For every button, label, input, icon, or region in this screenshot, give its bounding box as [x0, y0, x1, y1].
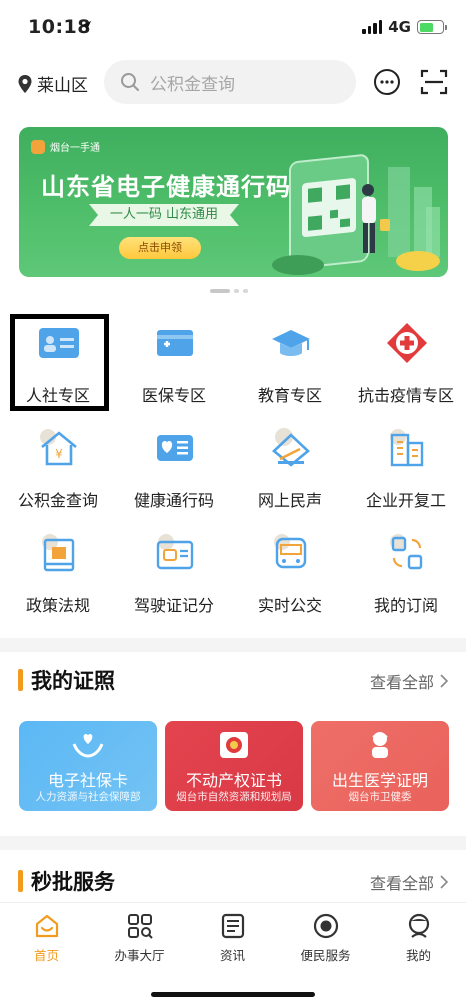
tab-label: 资讯: [219, 948, 245, 963]
service-kangyi[interactable]: 抗击疫情专区: [348, 310, 464, 414]
service-jiankangma[interactable]: 健康通行码: [116, 415, 232, 519]
network-type: 4G: [388, 18, 411, 36]
tab-label: 首页: [33, 948, 59, 963]
service-label: 我的订阅: [373, 596, 438, 615]
search-bar[interactable]: 公积金查询: [104, 60, 356, 104]
service-label: 健康通行码: [133, 491, 214, 510]
tab-label: 办事大厅: [114, 948, 165, 963]
service-label: 政策法规: [25, 596, 90, 615]
home-icon: [35, 914, 58, 938]
service-yibao[interactable]: 医保专区: [116, 310, 232, 414]
house-yuan-icon: ¥: [40, 429, 77, 466]
search-placeholder: 公积金查询: [150, 74, 235, 95]
service-label: 公积金查询: [17, 491, 98, 510]
service-jiaoyu[interactable]: 教育专区: [232, 310, 348, 414]
service-label: 教育专区: [257, 386, 322, 405]
service-label: 医保专区: [141, 386, 206, 405]
license-card-social-security[interactable]: 电子社保卡 人力资源与社会保障部: [19, 721, 157, 811]
section-divider: [0, 836, 466, 850]
service-kaifugong[interactable]: 企业开复工: [348, 415, 464, 519]
quick-section-header: 秒批服务 查看全部: [0, 861, 466, 901]
card-title: 出生医学证明: [331, 771, 428, 790]
section-accent-bar: [18, 870, 23, 892]
news-icon: [221, 913, 244, 939]
medical-insurance-card-icon: [157, 330, 193, 356]
banner-pagination: [210, 289, 248, 293]
red-cross-icon: [387, 323, 427, 363]
chevron-right-icon: [440, 674, 448, 688]
service-label: 驾驶证记分: [133, 596, 214, 615]
driver-license-icon: [156, 534, 194, 570]
service-label: 抗击疫情专区: [357, 386, 454, 405]
banner-title: 山东省电子健康通行码: [41, 173, 291, 201]
section-divider: [0, 638, 466, 652]
svg-text:¥: ¥: [55, 447, 63, 461]
baby-icon: [372, 732, 388, 758]
message-icon[interactable]: [373, 68, 401, 96]
service-gongjijin[interactable]: ¥ 公积金查询: [0, 415, 116, 519]
licenses-section-header: 我的证照 查看全部: [0, 660, 466, 700]
graduation-cap-icon: [272, 330, 310, 356]
envelope-voice-icon: [272, 428, 310, 467]
card-title: 电子社保卡: [47, 771, 128, 790]
service-zhengce[interactable]: 政策法规: [0, 520, 116, 624]
service-label: 网上民声: [257, 491, 322, 510]
tab-news[interactable]: 资讯: [186, 913, 279, 964]
tab-convenience[interactable]: 便民服务: [279, 913, 372, 964]
license-cards: 电子社保卡 人力资源与社会保障部 不动产权证书 烟台市自然资源和规划局 出生医学…: [19, 721, 449, 811]
national-emblem-icon: [220, 732, 248, 758]
license-card-birth-certificate[interactable]: 出生医学证明 烟台市卫健委: [311, 721, 449, 811]
subscription-icon: [390, 534, 423, 570]
service-hall-icon: [127, 914, 153, 939]
selection-highlight-box: [10, 314, 109, 411]
licenses-title: 我的证照: [31, 669, 115, 693]
office-building-icon: [390, 429, 424, 467]
quick-view-all-link[interactable]: 查看全部: [370, 870, 448, 894]
service-minsheng[interactable]: 网上民声: [232, 415, 348, 519]
scan-icon[interactable]: [420, 68, 448, 96]
card-subtitle: 人力资源与社会保障部: [35, 791, 141, 803]
tab-label: 便民服务: [300, 948, 351, 963]
location-pin-icon: [18, 74, 32, 93]
promo-banner[interactable]: 烟台一手通 山东省电子健康通行码 一人一码 山东通用 点击申领: [19, 127, 448, 277]
card-subtitle: 烟台市自然资源和规划局: [176, 791, 292, 803]
brand-logo-icon: [31, 139, 45, 154]
convenience-icon: [313, 913, 338, 939]
tab-profile[interactable]: 我的: [372, 913, 465, 964]
card-subtitle: 烟台市卫健委: [348, 791, 412, 803]
tab-service-hall[interactable]: 办事大厅: [93, 913, 186, 964]
health-code-icon: [157, 435, 193, 461]
hands-heart-icon: [72, 734, 104, 758]
battery-icon: [417, 20, 447, 34]
city-selector[interactable]: 莱山区: [17, 71, 88, 96]
banner-ribbon: 一人一码 山东通用: [89, 204, 239, 226]
service-label: 实时公交: [257, 596, 322, 615]
status-bar: 10:18 4G: [0, 0, 466, 56]
service-label: 企业开复工: [365, 491, 446, 510]
location-arrow-icon: [81, 21, 91, 31]
chevron-right-icon: [440, 875, 448, 889]
banner-cta-button[interactable]: 点击申领: [119, 237, 201, 259]
tab-home[interactable]: 首页: [0, 913, 93, 964]
card-title: 不动产权证书: [185, 771, 282, 790]
license-card-property[interactable]: 不动产权证书 烟台市自然资源和规划局: [165, 721, 303, 811]
city-name: 莱山区: [37, 76, 88, 96]
profile-icon: [408, 913, 429, 938]
section-accent-bar: [18, 669, 23, 691]
service-dingyue[interactable]: 我的订阅: [348, 520, 464, 624]
header: 莱山区 公积金查询: [0, 58, 466, 106]
policy-book-icon: [42, 534, 75, 572]
tab-label: 我的: [405, 948, 431, 963]
service-jiashizheng[interactable]: 驾驶证记分: [116, 520, 232, 624]
bus-icon: [274, 534, 307, 569]
service-gongjiao[interactable]: 实时公交: [232, 520, 348, 624]
home-indicator: [151, 992, 315, 997]
search-icon: [121, 73, 139, 91]
quick-title: 秒批服务: [31, 870, 115, 894]
health-code-illustration-icon: [272, 154, 440, 275]
signal-icon: [362, 20, 383, 34]
banner-brand: 烟台一手通: [31, 139, 100, 154]
licenses-view-all-link[interactable]: 查看全部: [370, 669, 448, 693]
